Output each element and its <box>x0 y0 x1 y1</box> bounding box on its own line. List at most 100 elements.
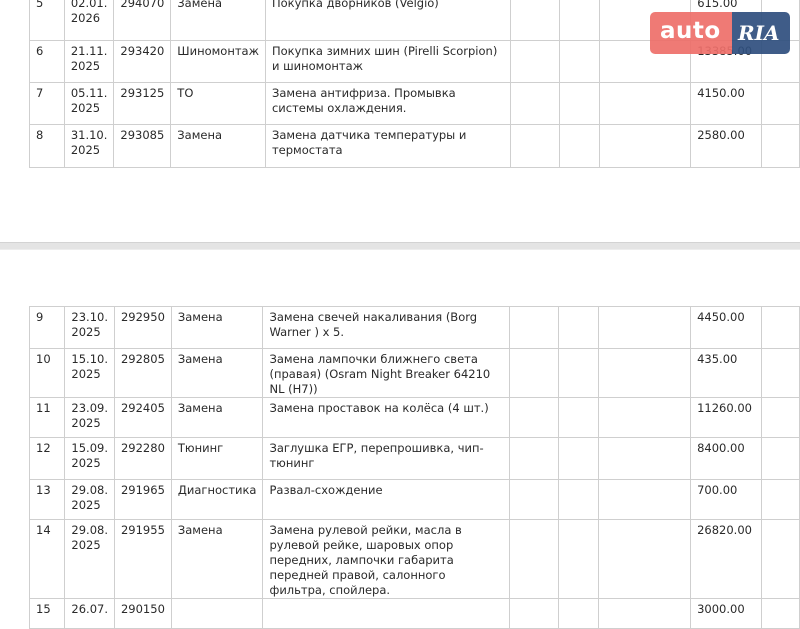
cell-order-number: 293420 <box>113 40 172 83</box>
cell-empty-1 <box>509 0 560 41</box>
cell-row-number: 10 <box>28 348 66 398</box>
cell-date: 15.10. 2025 <box>64 348 115 398</box>
cell-row-number: 12 <box>28 437 66 480</box>
table-row: 15 26.07. 290150 3000.00 <box>28 598 800 629</box>
service-table-bottom: 9 23.10. 2025 292950 Замена Замена свечей на… <box>28 306 800 629</box>
cell-empty-3 <box>598 519 692 599</box>
page-divider <box>0 242 800 250</box>
cell-description <box>262 598 510 629</box>
cell-empty-5 <box>760 519 800 599</box>
cell-work-type: Замена <box>170 306 264 349</box>
table-row: 8 31.10. 2025 293085 Замена Замена датчика т… <box>29 124 800 168</box>
logo-text-ria: RIA <box>738 21 780 45</box>
cell-empty-3 <box>598 598 692 629</box>
cell-price: 8400.00 <box>690 437 762 480</box>
cell-empty-1 <box>508 306 560 349</box>
cell-price: 4150.00 <box>690 82 762 125</box>
cell-empty-3 <box>598 306 692 349</box>
cell-row-number: 8 <box>29 124 65 168</box>
cell-empty-3 <box>598 437 692 480</box>
cell-order-number: 292950 <box>113 306 172 349</box>
cell-empty-2 <box>558 40 600 83</box>
cell-empty-1 <box>508 519 560 599</box>
cell-row-number: 7 <box>29 82 65 125</box>
table-row: 10 15.10. 2025 292805 Замена Замена лампочки… <box>28 348 800 398</box>
cell-date: 23.09. 2025 <box>64 397 115 438</box>
cell-empty-3 <box>598 82 692 125</box>
cell-order-number: 290150 <box>113 598 172 629</box>
cell-empty-3 <box>598 124 692 168</box>
cell-description: Замена антифриза. Промывка системы охлаж… <box>264 82 511 125</box>
cell-description: Замена проставок на колёса (4 шт.) <box>262 397 510 438</box>
cell-empty-5 <box>760 437 800 480</box>
cell-empty-5 <box>760 397 800 438</box>
cell-order-number: 294070 <box>113 0 172 41</box>
cell-work-type: Замена <box>170 0 266 41</box>
cell-price: 3000.00 <box>690 598 762 629</box>
cell-order-number: 292405 <box>113 397 172 438</box>
cell-date: 05.11. 2025 <box>63 82 115 125</box>
page-gap <box>0 168 800 306</box>
cell-row-number: 6 <box>29 40 65 83</box>
logo-text-auto: auto <box>660 18 721 44</box>
cell-order-number: 292280 <box>113 437 172 480</box>
cell-date: 02.01. 2026 <box>63 0 115 41</box>
cell-date: 31.10. 2025 <box>63 124 115 168</box>
cell-description: Замена свечей накаливания (Borg Warner )… <box>262 306 510 349</box>
cell-work-type: Шиномонтаж <box>170 40 266 83</box>
cell-work-type: ТО <box>170 82 266 125</box>
cell-work-type <box>170 598 264 629</box>
cell-empty-2 <box>558 397 600 438</box>
cell-row-number: 13 <box>28 479 66 520</box>
cell-description: Замена лампочки ближнего света (правая) … <box>262 348 510 398</box>
cell-price: 11260.00 <box>690 397 762 438</box>
autoria-logo: auto RIA <box>650 12 790 54</box>
cell-price: 4450.00 <box>690 306 762 349</box>
cell-order-number: 291955 <box>113 519 172 599</box>
cell-empty-1 <box>508 598 560 629</box>
cell-description: Замена рулевой рейки, масла в рулевой ре… <box>262 519 510 599</box>
cell-description: Покупка зимних шин (Pirelli Scorpion) и … <box>264 40 511 83</box>
table-row: 12 15.09. 2025 292280 Тюнинг Заглушка ЕГР, п… <box>28 437 800 480</box>
cell-description: Заглушка ЕГР, перепрошивка, чип-тюнинг <box>262 437 510 480</box>
cell-row-number: 14 <box>28 519 66 599</box>
cell-empty-1 <box>509 40 560 83</box>
cell-empty-2 <box>558 0 600 41</box>
cell-work-type: Тюнинг <box>170 437 264 480</box>
cell-date: 29.08. 2025 <box>64 519 115 599</box>
logo-left-part: auto <box>650 12 732 54</box>
cell-empty-2 <box>558 479 600 520</box>
cell-empty-2 <box>558 124 600 168</box>
cell-order-number: 292805 <box>113 348 172 398</box>
cell-empty-2 <box>558 598 600 629</box>
cell-date: 29.08. 2025 <box>64 479 115 520</box>
cell-empty-2 <box>558 348 600 398</box>
cell-empty-2 <box>558 306 600 349</box>
cell-order-number: 291965 <box>113 479 172 520</box>
cell-empty-5 <box>760 479 800 520</box>
cell-work-type: Диагностика <box>170 479 264 520</box>
cell-order-number: 293125 <box>113 82 172 125</box>
cell-description: Развал-схождение <box>262 479 510 520</box>
cell-empty-3 <box>598 348 692 398</box>
cell-date: 26.07. <box>64 598 115 629</box>
cell-price: 700.00 <box>690 479 762 520</box>
table-row: 7 05.11. 2025 293125 ТО Замена антифриза. Пр… <box>29 82 800 125</box>
cell-empty-5 <box>760 348 800 398</box>
cell-work-type: Замена <box>170 124 266 168</box>
cell-price: 26820.00 <box>690 519 762 599</box>
cell-empty-2 <box>558 437 600 480</box>
cell-empty-3 <box>598 479 692 520</box>
cell-work-type: Замена <box>170 519 264 599</box>
cell-description: Покупка дворников (Velgio) <box>264 0 511 41</box>
cell-empty-5 <box>760 306 800 349</box>
cell-row-number: 9 <box>28 306 66 349</box>
cell-empty-2 <box>558 82 600 125</box>
cell-empty-1 <box>509 82 560 125</box>
cell-price: 435.00 <box>690 348 762 398</box>
cell-work-type: Замена <box>170 397 264 438</box>
cell-description: Замена датчика температуры и термостата <box>264 124 511 168</box>
logo-right-part: RIA <box>732 12 790 54</box>
cell-empty-5 <box>760 82 800 125</box>
cell-row-number: 11 <box>28 397 66 438</box>
